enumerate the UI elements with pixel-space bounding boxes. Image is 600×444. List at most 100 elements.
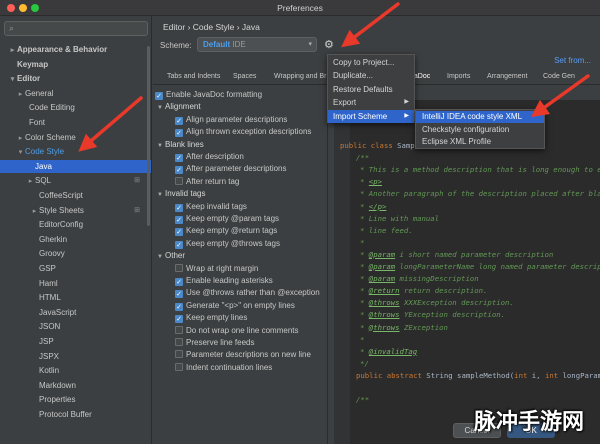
tab-wrapping[interactable]: Wrapping and Br	[274, 73, 326, 80]
code-line: * @throws ZException	[360, 322, 448, 334]
set-from-link[interactable]: Set from...	[554, 56, 591, 65]
sidebar-item-markdown[interactable]: Markdown	[0, 379, 151, 392]
checkbox[interactable]	[175, 176, 183, 185]
chevron-down-icon[interactable]: ▾	[16, 146, 25, 159]
checkbox[interactable]: ✓	[175, 315, 183, 324]
sidebar-item-font[interactable]: Font	[0, 116, 151, 129]
menu-item-label: Duplicate...	[333, 71, 374, 81]
menu-item-duplicate[interactable]: Duplicate...	[328, 69, 414, 82]
option-preserve-line-feeds[interactable]: Preserve line feeds	[153, 337, 329, 349]
checkbox[interactable]: ✓	[175, 290, 183, 299]
menu-item-import-scheme[interactable]: Import Scheme ▶	[328, 109, 414, 123]
checkbox[interactable]: ✓	[175, 278, 183, 286]
option-keep-invalid-tags[interactable]: ✓ Keep invalid tags	[153, 201, 329, 213]
scheme-select[interactable]: Default IDE ▾	[197, 37, 317, 52]
section-invalid-tags[interactable]: ▼ Invalid tags	[153, 188, 329, 200]
option-keep-empty-throws-tags[interactable]: ✓ Keep empty @throws tags	[153, 238, 329, 250]
chevron-right-icon[interactable]: ▸	[16, 132, 25, 145]
tab-arrangement[interactable]: Arrangement	[487, 73, 527, 80]
sidebar-item-code-style[interactable]: ▾ Code Style	[0, 145, 151, 159]
checkbox[interactable]: ✓	[175, 228, 183, 237]
sidebar-item-gherkin[interactable]: Gherkin	[0, 233, 151, 246]
option-keep-empty-param-tags[interactable]: ✓ Keep empty @param tags	[153, 213, 329, 225]
sidebar-item-kotlin[interactable]: Kotlin	[0, 364, 151, 377]
checkbox[interactable]: ✓	[175, 116, 183, 125]
scope-icon: ⊞	[134, 206, 140, 214]
option-align-thrown-exception-descriptions[interactable]: ✓ Align thrown exception descriptions	[153, 126, 329, 138]
sidebar-item-groovy[interactable]: Groovy	[0, 247, 151, 260]
sidebar-item-javascript[interactable]: JavaScript	[0, 306, 151, 319]
checkbox[interactable]: ✓	[175, 240, 183, 249]
checkbox[interactable]: ✓	[175, 302, 183, 311]
sidebar-item-jspx[interactable]: JSPX	[0, 350, 151, 363]
tab-code-generation[interactable]: Code Gen	[543, 73, 575, 80]
option-after-parameter-descriptions[interactable]: ✓ After parameter descriptions	[153, 163, 329, 175]
chevron-right-icon[interactable]: ▸	[16, 88, 25, 101]
tab-imports[interactable]: Imports	[447, 73, 470, 80]
option-keep-empty-return-tags[interactable]: ✓ Keep empty @return tags	[153, 225, 329, 237]
option-use-throws-rather-than-exception[interactable]: ✓ Use @throws rather than @exception	[153, 287, 329, 299]
menu-item-restore-defaults[interactable]: Restore Defaults	[328, 83, 414, 96]
sidebar-item-editor[interactable]: ▾ Editor	[0, 72, 151, 86]
tab-spaces[interactable]: Spaces	[233, 73, 256, 80]
sidebar-item-json[interactable]: JSON	[0, 320, 151, 333]
checkbox[interactable]: ✓	[175, 129, 183, 138]
option-enable-leading-asterisks[interactable]: ✓ Enable leading asterisks	[153, 275, 329, 287]
submenu-item-eclipse-xml-profile[interactable]: Eclipse XML Profile	[416, 136, 544, 148]
submenu-item-intellij-idea-code-style-xml[interactable]: IntelliJ IDEA code style XML	[416, 111, 544, 123]
menu-item-copy-to-project[interactable]: Copy to Project...	[328, 56, 414, 69]
checkbox[interactable]: ✓	[155, 92, 163, 100]
section-blank-lines[interactable]: ▼ Blank lines	[153, 139, 329, 151]
checkbox[interactable]	[175, 325, 183, 334]
sidebar-item-editorconfig[interactable]: EditorConfig	[0, 218, 151, 231]
option-label: Keep empty lines	[186, 313, 248, 323]
checkbox[interactable]	[175, 362, 183, 371]
sidebar-item-gsp[interactable]: GSP	[0, 262, 151, 275]
sidebar-item-coffeescript[interactable]: CoffeeScript	[0, 189, 151, 202]
checkbox[interactable]	[175, 263, 183, 272]
chevron-right-icon[interactable]: ▸	[8, 44, 17, 57]
section-alignment[interactable]: ▼ Alignment	[153, 101, 329, 113]
option-align-parameter-descriptions[interactable]: ✓ Align parameter descriptions	[153, 114, 329, 126]
checkbox[interactable]: ✓	[175, 166, 183, 175]
sidebar-item-sql[interactable]: ▸ SQL ⊞	[0, 174, 151, 188]
sidebar-item-haml[interactable]: Haml	[0, 277, 151, 290]
chevron-down-icon[interactable]: ▾	[585, 73, 589, 81]
checkbox[interactable]	[175, 338, 183, 346]
sidebar-item-keymap[interactable]: Keymap	[0, 58, 151, 71]
checkbox[interactable]: ✓	[175, 216, 183, 224]
submenu-item-checkstyle-configuration[interactable]: Checkstyle configuration	[416, 124, 544, 136]
chevron-right-icon[interactable]: ▸	[30, 205, 39, 218]
sidebar-item-appearance-behavior[interactable]: ▸ Appearance & Behavior	[0, 43, 151, 57]
option-generate-p-on-empty-lines[interactable]: ✓ Generate "<p>" on empty lines	[153, 300, 329, 312]
checkbox[interactable]: ✓	[175, 154, 183, 162]
checkbox[interactable]: ✓	[175, 203, 183, 212]
option-after-description[interactable]: ✓ After description	[153, 151, 329, 163]
option-wrap-at-right-margin[interactable]: Wrap at right margin	[153, 263, 329, 275]
option-enable-javadoc-formatting[interactable]: ✓ Enable JavaDoc formatting	[153, 89, 329, 101]
sidebar-item-properties[interactable]: Properties	[0, 393, 151, 406]
sidebar-item-java[interactable]: Java	[0, 159, 151, 173]
sidebar-item-color-scheme[interactable]: ▸ Color Scheme	[0, 131, 151, 145]
option-parameter-descriptions-on-new-line[interactable]: Parameter descriptions on new line	[153, 349, 329, 361]
sidebar-item-general[interactable]: ▸ General	[0, 87, 151, 101]
menu-item-export[interactable]: Export ▶	[328, 96, 414, 109]
sidebar-item-style-sheets[interactable]: ▸ Style Sheets ⊞	[0, 204, 151, 218]
sidebar-item-protocol-buffer[interactable]: Protocol Buffer	[0, 408, 151, 421]
option-do-not-wrap-one-line-comments[interactable]: Do not wrap one line comments	[153, 325, 329, 337]
checkbox[interactable]	[175, 350, 183, 359]
code-line: public abstract String sampleMethod(int …	[356, 370, 600, 382]
option-indent-continuation-lines[interactable]: Indent continuation lines	[153, 362, 329, 374]
sidebar-scrollbar[interactable]	[147, 46, 150, 226]
sidebar-item-jsp[interactable]: JSP	[0, 335, 151, 348]
option-keep-empty-lines[interactable]: ✓ Keep empty lines	[153, 312, 329, 324]
chevron-right-icon[interactable]: ▸	[26, 175, 35, 188]
settings-search-input[interactable]: ⌕	[4, 21, 148, 36]
chevron-down-icon[interactable]: ▾	[8, 73, 17, 86]
sidebar-item-code-editing[interactable]: Code Editing	[0, 101, 151, 114]
tab-tabs-and-indents[interactable]: Tabs and Indents	[167, 73, 220, 80]
section-other[interactable]: ▼ Other	[153, 250, 329, 262]
option-after-return-tag[interactable]: After return tag	[153, 176, 329, 188]
gear-icon[interactable]: ⚙	[324, 38, 334, 51]
sidebar-item-html[interactable]: HTML	[0, 291, 151, 304]
